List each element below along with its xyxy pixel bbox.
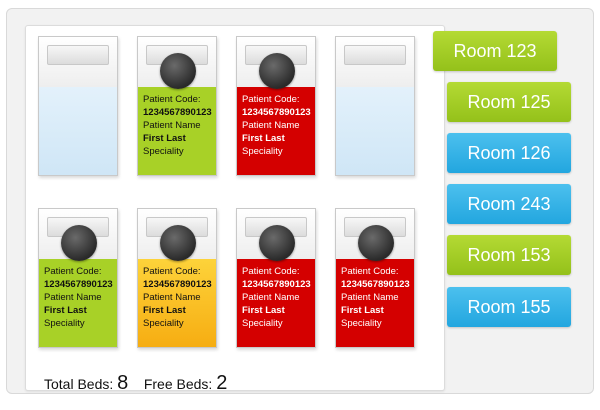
bed-6[interactable]: Patient Code: 1234567890123 Patient Name… — [137, 208, 217, 348]
patient-name: First Last — [341, 305, 384, 316]
room-panel: Patient Code: 1234567890123 Patient Name… — [6, 8, 594, 394]
patient-info: Patient Code: 1234567890123 Patient Name… — [143, 265, 212, 330]
patient-name-label: Patient Name — [242, 120, 300, 131]
patient-code: 1234567890123 — [143, 279, 212, 290]
bed-7[interactable]: Patient Code: 1234567890123 Patient Name… — [236, 208, 316, 348]
patient-code-label: Patient Code: — [242, 266, 300, 277]
patient-info: Patient Code: 1234567890123 Patient Name… — [44, 265, 113, 330]
patient-name: First Last — [242, 133, 285, 144]
patient-info: Patient Code: 1234567890123 Patient Name… — [242, 265, 311, 330]
patient-code-label: Patient Code: — [242, 94, 300, 105]
room-button-123[interactable]: Room 123 — [433, 31, 557, 71]
patient-name: First Last — [143, 305, 186, 316]
pillow — [344, 45, 406, 65]
speciality: Speciality — [341, 318, 382, 329]
patient-name-label: Patient Name — [143, 292, 201, 303]
patient-code: 1234567890123 — [242, 107, 311, 118]
bed-5[interactable]: Patient Code: 1234567890123 Patient Name… — [38, 208, 118, 348]
patient-code-label: Patient Code: — [143, 94, 201, 105]
total-beds-label: Total Beds: — [44, 376, 114, 392]
patient-name-label: Patient Name — [242, 292, 300, 303]
patient-name-label: Patient Name — [143, 120, 201, 131]
patient-name: First Last — [44, 305, 87, 316]
room-button-243[interactable]: Room 243 — [447, 184, 571, 224]
patient-code-label: Patient Code: — [44, 266, 102, 277]
speciality: Speciality — [143, 318, 184, 329]
patient-info: Patient Code: 1234567890123 Patient Name… — [242, 93, 311, 158]
patient-name-label: Patient Name — [44, 292, 102, 303]
pillow — [47, 45, 109, 65]
patient-code: 1234567890123 — [242, 279, 311, 290]
patient-name: First Last — [242, 305, 285, 316]
bed-4[interactable] — [335, 36, 415, 176]
bed-sheet: Patient Code: 1234567890123 Patient Name… — [237, 259, 315, 347]
patient-name-label: Patient Name — [341, 292, 399, 303]
patient-info: Patient Code: 1234567890123 Patient Name… — [143, 93, 212, 158]
room-button-125[interactable]: Room 125 — [447, 82, 571, 122]
bed-2[interactable]: Patient Code: 1234567890123 Patient Name… — [137, 36, 217, 176]
patient-code-label: Patient Code: — [341, 266, 399, 277]
speciality: Speciality — [242, 146, 283, 157]
speciality: Speciality — [44, 318, 85, 329]
bed-8[interactable]: Patient Code: 1234567890123 Patient Name… — [335, 208, 415, 348]
patient-code: 1234567890123 — [44, 279, 113, 290]
bed-sheet: Patient Code: 1234567890123 Patient Name… — [39, 259, 117, 347]
patient-name: First Last — [143, 133, 186, 144]
avatar — [358, 225, 394, 261]
free-beds-label: Free Beds: — [143, 376, 213, 392]
bed-1[interactable] — [38, 36, 118, 176]
bed-sheet: Patient Code: 1234567890123 Patient Name… — [138, 259, 216, 347]
room-button-126[interactable]: Room 126 — [447, 133, 571, 173]
avatar — [259, 225, 295, 261]
room-button-153[interactable]: Room 153 — [447, 235, 571, 275]
free-beds-value: 2 — [216, 372, 228, 394]
patient-code-label: Patient Code: — [143, 266, 201, 277]
bed-summary: Total Beds: 8 Free Beds: 2 — [44, 372, 227, 395]
avatar — [160, 53, 196, 89]
room-button-155[interactable]: Room 155 — [447, 287, 571, 327]
avatar — [160, 225, 196, 261]
patient-code: 1234567890123 — [143, 107, 212, 118]
bed-sheet — [39, 87, 117, 175]
bed-sheet: Patient Code: 1234567890123 Patient Name… — [138, 87, 216, 175]
avatar — [259, 53, 295, 89]
bed-sheet: Patient Code: 1234567890123 Patient Name… — [336, 259, 414, 347]
total-beds-value: 8 — [117, 372, 129, 394]
speciality: Speciality — [242, 318, 283, 329]
patient-info: Patient Code: 1234567890123 Patient Name… — [341, 265, 410, 330]
bed-3[interactable]: Patient Code: 1234567890123 Patient Name… — [236, 36, 316, 176]
avatar — [61, 225, 97, 261]
beds-area: Patient Code: 1234567890123 Patient Name… — [25, 25, 445, 394]
bed-sheet: Patient Code: 1234567890123 Patient Name… — [237, 87, 315, 175]
speciality: Speciality — [143, 146, 184, 157]
patient-code: 1234567890123 — [341, 279, 410, 290]
bed-sheet — [336, 87, 414, 175]
